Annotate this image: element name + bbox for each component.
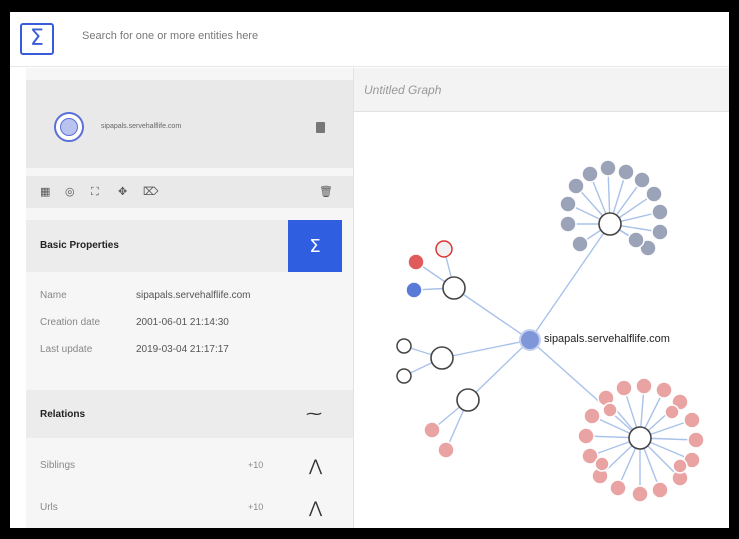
entity-panel: sipapals.servehalflife.com ▦ ◎ ⛶ ✥ ⌦ 🗑 B… (26, 68, 360, 528)
app-window: Σ Search for one or more entities here s… (10, 12, 729, 528)
top-cluster-hub[interactable] (598, 212, 622, 236)
expand-icon[interactable]: ⛶ (91, 185, 99, 199)
property-value: 2001-06-01 21:14:30 (136, 317, 229, 328)
relation-label: Urls (40, 502, 58, 513)
bottom-cluster-hub[interactable] (628, 426, 652, 450)
relations-title: Relations (40, 409, 86, 420)
property-value: sipapals.servehalflife.com (136, 290, 251, 301)
copy-icon[interactable] (316, 122, 325, 133)
maltego-logo-icon[interactable]: Σ (20, 23, 54, 55)
top-bar: Σ Search for one or more entities here (10, 12, 729, 67)
relations-header: Relations ⁓ (26, 390, 360, 438)
flag-icon[interactable] (407, 253, 425, 271)
phone-hub[interactable] (456, 388, 480, 412)
search-input[interactable]: Search for one or more entities here (82, 30, 258, 42)
center-node-label: sipapals.servehalflife.com (544, 333, 670, 345)
entity-toolbar: ▦ ◎ ⛶ ✥ ⌦ 🗑 (26, 176, 360, 208)
expand-graph-icon[interactable]: ⋀ (309, 456, 322, 475)
property-key: Last update (40, 344, 93, 355)
globe-icon (54, 112, 84, 142)
location-hub[interactable] (442, 276, 466, 300)
relation-count: +10 (248, 460, 264, 470)
property-value: 2019-03-04 21:17:17 (136, 344, 229, 355)
person-node[interactable] (423, 421, 441, 439)
center-domain-node[interactable] (519, 329, 541, 351)
relation-label: Siblings (40, 460, 76, 471)
grid-icon[interactable]: ▦ (40, 185, 50, 198)
relation-row-siblings[interactable]: Siblings +10 ⋀ (26, 446, 360, 486)
basic-properties-header: Basic Properties (26, 220, 288, 272)
property-key: Creation date (40, 317, 101, 328)
target-icon[interactable]: ◎ (65, 185, 75, 198)
url-hub[interactable] (430, 346, 454, 370)
maltego-transform-button[interactable]: Σ (288, 220, 342, 272)
entity-card: sipapals.servehalflife.com (26, 80, 360, 168)
graph-panel: Untitled Graph sipapals.servehalflife.co… (353, 68, 729, 528)
document-icon[interactable] (396, 338, 412, 354)
basic-properties-title: Basic Properties (40, 240, 119, 251)
relations-graph-icon[interactable]: ⁓ (306, 404, 322, 423)
document-icon[interactable] (396, 368, 412, 384)
relation-count: +10 (248, 502, 264, 512)
pin-icon[interactable]: ✥ (118, 185, 127, 198)
trash-icon[interactable]: 🗑 (319, 185, 333, 198)
graph-canvas[interactable] (354, 68, 729, 528)
person-node[interactable] (437, 441, 455, 459)
flag-icon[interactable] (405, 281, 423, 299)
relation-row-urls[interactable]: Urls +10 ⋀ (26, 488, 360, 528)
tag-icon[interactable]: ⌦ (143, 185, 159, 198)
expand-graph-icon[interactable]: ⋀ (309, 498, 322, 517)
property-key: Name (40, 290, 67, 301)
entity-name: sipapals.servehalflife.com (101, 123, 182, 130)
flag-icon[interactable] (435, 240, 453, 258)
